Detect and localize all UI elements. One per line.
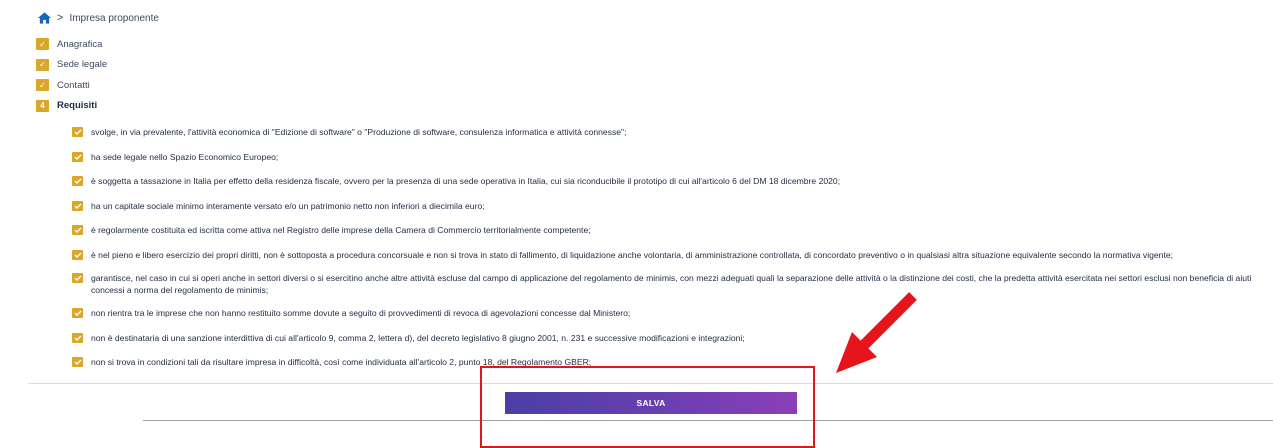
check-icon: ✓ <box>36 58 49 71</box>
requirements-list: svolge, in via prevalente, l'attività ec… <box>72 127 1257 369</box>
home-icon[interactable] <box>38 12 51 24</box>
requirement-item: non rientra tra le imprese che non hanno… <box>72 308 1257 320</box>
checkbox-checked-icon[interactable] <box>72 225 83 235</box>
requirement-text: ha sede legale nello Spazio Economico Eu… <box>91 151 279 162</box>
checkbox-checked-icon[interactable] <box>72 332 83 343</box>
annotation-arrow-icon <box>836 292 917 373</box>
requirement-item: ha sede legale nello Spazio Economico Eu… <box>72 151 1257 164</box>
check-icon: ✓ <box>36 79 49 92</box>
checkbox-checked-icon[interactable] <box>72 200 83 211</box>
breadcrumb-chevron-icon: > <box>57 12 64 24</box>
requirement-text: non è destinataria di una sanzione inter… <box>91 332 745 343</box>
annotation-highlight-box <box>480 366 815 448</box>
requirement-text: è soggetta a tassazione in Italia per ef… <box>91 176 841 186</box>
checkbox-checked-icon[interactable] <box>72 127 83 137</box>
requirement-item: è regolarmente costituita ed iscritta co… <box>72 225 1257 237</box>
requirement-text: è nel pieno e libero esercizio dei propr… <box>91 249 1174 260</box>
requirement-item: è soggetta a tassazione in Italia per ef… <box>72 176 1257 188</box>
requirement-text: non rientra tra le imprese che non hanno… <box>91 308 631 318</box>
requirement-item: è nel pieno e libero esercizio dei propr… <box>72 249 1257 262</box>
checkbox-checked-icon[interactable] <box>72 176 83 186</box>
checkbox-checked-icon[interactable] <box>72 273 83 283</box>
step-label: Anagrafica <box>57 38 103 50</box>
step-number-badge: 4 <box>36 99 49 112</box>
step-anagrafica[interactable]: ✓ Anagrafica <box>36 34 107 55</box>
requirement-item: ha un capitale sociale minimo interament… <box>72 200 1257 213</box>
requirement-text: garantisce, nel caso in cui si operi anc… <box>91 273 1252 295</box>
requirement-text: è regolarmente costituita ed iscritta co… <box>91 225 591 235</box>
checkbox-checked-icon[interactable] <box>72 249 83 260</box>
checkbox-checked-icon[interactable] <box>72 308 83 318</box>
requirement-item: svolge, in via prevalente, l'attività ec… <box>72 127 1257 139</box>
checkbox-checked-icon[interactable] <box>72 357 83 367</box>
requirement-text: ha un capitale sociale minimo interament… <box>91 200 485 211</box>
check-icon: ✓ <box>36 38 49 51</box>
step-list: ✓ Anagrafica ✓ Sede legale ✓ Contatti 4 … <box>36 34 107 116</box>
requirement-text: svolge, in via prevalente, l'attività ec… <box>91 127 627 137</box>
checkbox-checked-icon[interactable] <box>72 151 83 162</box>
step-label: Sede legale <box>57 59 108 71</box>
step-sede-legale[interactable]: ✓ Sede legale <box>36 55 107 76</box>
step-requisiti[interactable]: 4 Requisiti <box>36 96 107 117</box>
breadcrumb: > Impresa proponente <box>38 12 159 24</box>
breadcrumb-current: Impresa proponente <box>69 12 159 24</box>
requirement-item: non è destinataria di una sanzione inter… <box>72 332 1257 345</box>
step-contatti[interactable]: ✓ Contatti <box>36 75 107 96</box>
requirement-item: garantisce, nel caso in cui si operi anc… <box>72 273 1257 296</box>
step-label: Contatti <box>57 79 90 91</box>
step-label: Requisiti <box>57 100 98 112</box>
